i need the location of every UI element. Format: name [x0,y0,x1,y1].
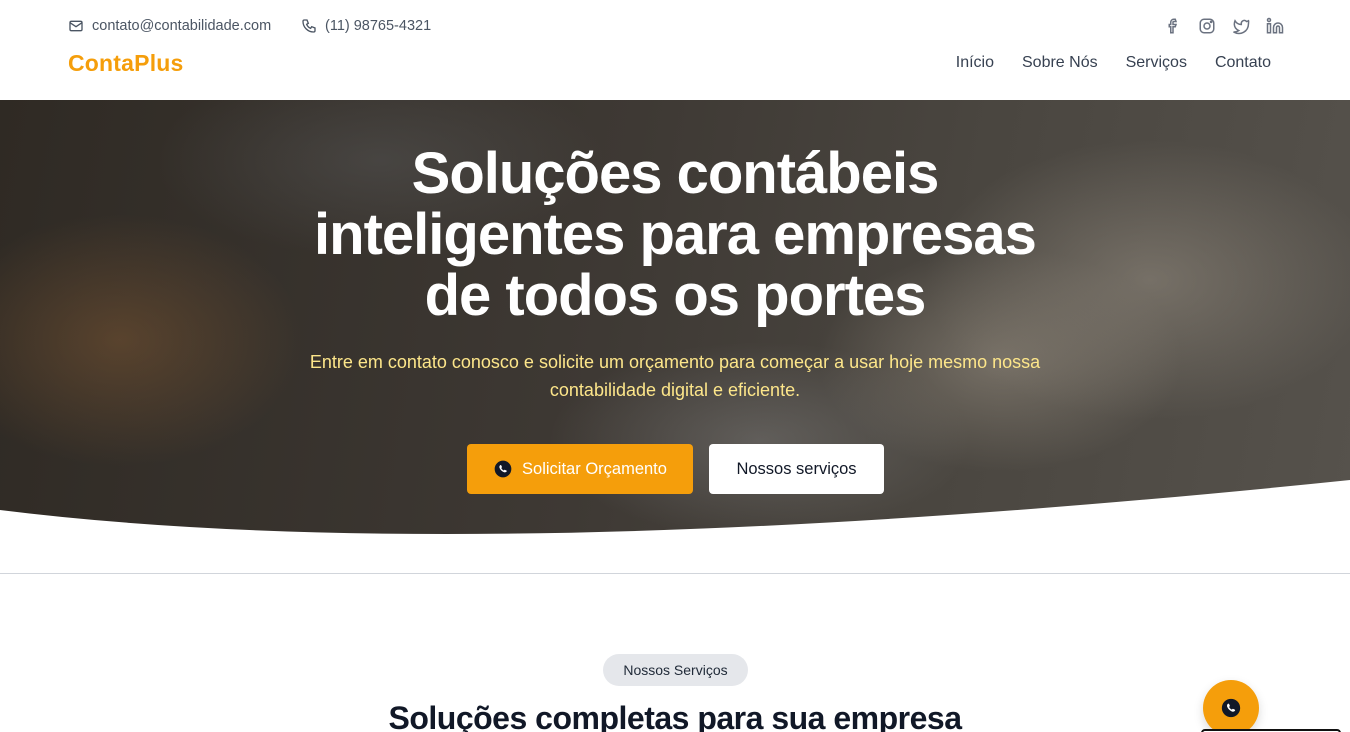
section-divider [0,573,1350,574]
instagram-icon[interactable] [1198,16,1216,36]
facebook-icon[interactable] [1164,16,1182,36]
phone-icon [302,19,316,33]
nav-servicos[interactable]: Serviços [1126,54,1187,72]
contact-email[interactable]: contato@contabilidade.com [68,16,271,36]
nav-contato[interactable]: Contato [1215,54,1271,72]
phone-text: (11) 98765-4321 [325,18,432,34]
mail-icon [69,20,83,32]
contact-phone[interactable]: (11) 98765-4321 [301,16,431,36]
linkedin-icon[interactable] [1266,16,1284,36]
email-text: contato@contabilidade.com [92,18,272,34]
whatsapp-icon [1221,698,1241,718]
services-badge: Nossos Serviços [603,654,748,686]
nav-inicio[interactable]: Início [956,54,994,72]
twitter-icon[interactable] [1232,16,1250,36]
site-logo[interactable]: ContaPlus [68,50,184,77]
hero-bottom-curve [0,480,1350,540]
social-links [1164,16,1284,36]
services-title: Soluções completas para sua empresa [388,700,962,732]
main-nav: Início Sobre Nós Serviços Contato [956,54,1271,72]
nav-sobre-nos[interactable]: Sobre Nós [1022,54,1098,72]
whatsapp-float-button[interactable] [1203,680,1259,732]
site-header: contato@contabilidade.com (11) 98765-432… [0,0,1350,100]
hero-section: Soluções contábeis inteligentes para emp… [0,100,1350,540]
